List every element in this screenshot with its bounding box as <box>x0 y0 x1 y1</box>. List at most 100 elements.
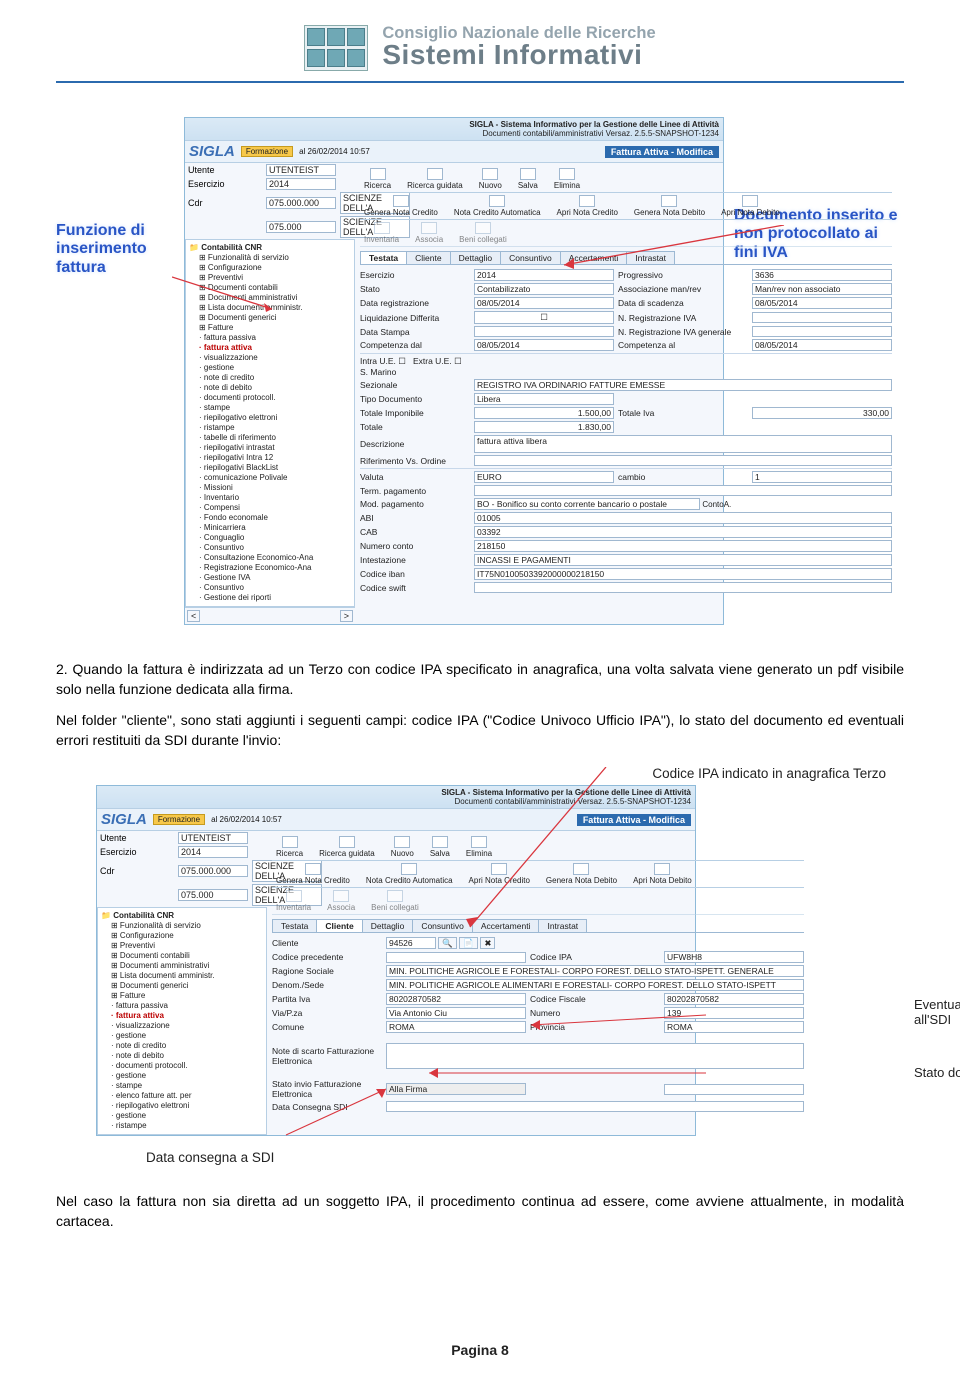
field-cdr-code[interactable]: 075.000.000 <box>266 197 336 209</box>
btn-assoc-2: Associa <box>327 890 355 912</box>
val-rif-ordine[interactable] <box>474 455 892 466</box>
env-badge-2: Formazione <box>153 814 205 825</box>
val-comune: ROMA <box>386 1021 526 1033</box>
btn-salva[interactable]: Salva <box>518 168 538 190</box>
lbl-rif-ordine: Riferimento Vs. Ordine <box>360 456 470 466</box>
lbl-comune: Comune <box>272 1022 382 1032</box>
field-utente-2[interactable]: UTENTEIST <box>178 832 248 844</box>
btn-ricerca[interactable]: Ricerca <box>364 168 391 190</box>
btn-ricerca-guidata[interactable]: Ricerca guidata <box>407 168 463 190</box>
field-cds-code[interactable]: 075.000 <box>266 221 336 233</box>
tab-consuntivo[interactable]: Consuntivo <box>500 251 561 264</box>
val-via: Via Antonio Ciu <box>386 1007 526 1019</box>
val-n-reg-iva <box>752 312 892 323</box>
tab-testata-2[interactable]: Testata <box>272 919 317 932</box>
btn-and-2[interactable]: Apri Nota Debito <box>633 863 692 885</box>
val-liq[interactable]: ☐ <box>474 311 614 324</box>
window-title: Fattura Attiva - Modifica <box>605 146 719 158</box>
btn-associa: Associa <box>415 222 443 244</box>
btn-apri-nota-debito[interactable]: Apri Nota Debito <box>721 195 780 217</box>
val-esercizio: 2014 <box>474 269 614 281</box>
lbl-assoc: Associazione man/rev <box>618 284 748 294</box>
btn-cliente-search-icon[interactable]: 🔍 <box>438 937 457 949</box>
tab-dettaglio-2[interactable]: Dettaglio <box>362 919 414 932</box>
header-title: Sistemi Informativi <box>382 39 655 71</box>
val-sezionale: REGISTRO IVA ORDINARIO FATTURE EMESSE <box>474 379 892 391</box>
val-comp-al[interactable]: 08/05/2014 <box>752 339 892 351</box>
app-window: SIGLA - Sistema Informativo per la Gesti… <box>184 117 724 625</box>
navigation-tree-2[interactable]: 📁 Contabilità CNR⊞ Funzionalità di servi… <box>97 907 267 1135</box>
btn-nuovo-2[interactable]: Nuovo <box>391 836 414 858</box>
val-tipo-doc[interactable]: Libera <box>474 393 614 405</box>
btn-apri-nota-credito[interactable]: Apri Nota Credito <box>557 195 618 217</box>
tab-testata[interactable]: Testata <box>360 251 407 264</box>
document-header: Consiglio Nazionale delle Ricerche Siste… <box>56 24 904 71</box>
app-titlebar-2: SIGLA - Sistema Informativo per la Gesti… <box>97 786 695 809</box>
tab-accertamenti-2[interactable]: Accertamenti <box>472 919 540 932</box>
app-logo: SIGLA <box>189 143 235 160</box>
btn-nuovo[interactable]: Nuovo <box>479 168 502 190</box>
btn-genera-nota-credito[interactable]: Genera Nota Credito <box>364 195 438 217</box>
tab-dettaglio[interactable]: Dettaglio <box>450 251 502 264</box>
lbl-tipo-doc: Tipo Documento <box>360 394 470 404</box>
btn-genera-nota-debito[interactable]: Genera Nota Debito <box>634 195 705 217</box>
btn-elimina[interactable]: Elimina <box>554 168 580 190</box>
btn-gnd-2[interactable]: Genera Nota Debito <box>546 863 617 885</box>
btn-nca-2[interactable]: Nota Credito Automatica <box>366 863 453 885</box>
val-data-reg[interactable]: 08/05/2014 <box>474 297 614 309</box>
btn-inventaria: Inventaria <box>364 222 399 244</box>
chk-extra-ue[interactable]: Extra U.E. <box>413 356 452 366</box>
btn-cliente-clear-icon[interactable]: ✖ <box>480 937 495 949</box>
lbl-stato: Stato <box>360 284 470 294</box>
lbl-piva: Partita Iva <box>272 994 382 1004</box>
field-esercizio[interactable]: 2014 <box>266 178 336 190</box>
chk-smarino[interactable]: S. Marino <box>360 367 396 377</box>
btn-anc-2[interactable]: Apri Nota Credito <box>469 863 530 885</box>
btn-nota-credito-auto[interactable]: Nota Credito Automatica <box>454 195 541 217</box>
val-note-scarto <box>386 1043 804 1069</box>
paragraph-2-folder: Nel folder "cliente", sono stati aggiunt… <box>56 710 904 751</box>
scroll-left[interactable]: < <box>187 610 200 622</box>
lbl-intest: Intestazione <box>360 555 470 565</box>
val-cliente[interactable]: 94526 <box>386 937 436 949</box>
btn-ricerca-2[interactable]: Ricerca <box>276 836 303 858</box>
val-data-scad[interactable]: 08/05/2014 <box>752 297 892 309</box>
scroll-right[interactable]: > <box>340 610 353 622</box>
lbl-contoa[interactable]: ContoA. <box>702 500 731 509</box>
val-iban: IT75N0100503392000000218150 <box>474 568 892 580</box>
navigation-tree[interactable]: 📁 Contabilità CNR⊞ Funzionalità di servi… <box>185 239 355 607</box>
tab-cliente-2[interactable]: Cliente <box>316 919 362 932</box>
val-descr[interactable]: fattura attiva libera <box>474 435 892 453</box>
annotation-codice-ipa: Codice IPA indicato in anagrafica Terzo <box>56 766 886 781</box>
field-utente[interactable]: UTENTEIST <box>266 164 336 176</box>
val-numconto: 218150 <box>474 540 892 552</box>
val-intest: INCASSI E PAGAMENTI <box>474 554 892 566</box>
btn-gnc-2[interactable]: Genera Nota Credito <box>276 863 350 885</box>
btn-cliente-open-icon[interactable]: 📄 <box>459 937 478 949</box>
chk-intra-ue[interactable]: Intra U.E. <box>360 356 396 366</box>
val-rag-soc: MIN. POLITICHE AGRICOLE E FORESTALI- COR… <box>386 965 804 977</box>
tab-accertamenti[interactable]: Accertamenti <box>560 251 628 264</box>
btn-elimina-2[interactable]: Elimina <box>466 836 492 858</box>
field-esercizio-2[interactable]: 2014 <box>178 846 248 858</box>
btn-ricerca-guidata-2[interactable]: Ricerca guidata <box>319 836 375 858</box>
val-piva: 80202870582 <box>386 993 526 1005</box>
btn-inv-2: Inventaria <box>276 890 311 912</box>
tab-intrastat-2[interactable]: Intrastat <box>538 919 587 932</box>
lbl-tot-iva: Totale Iva <box>618 408 748 418</box>
field-cdr-2[interactable]: 075.000.000 <box>178 865 248 877</box>
lbl-iban: Codice iban <box>360 569 470 579</box>
val-term-pag[interactable] <box>474 485 892 496</box>
val-comp-dal[interactable]: 08/05/2014 <box>474 339 614 351</box>
tab-cliente[interactable]: Cliente <box>406 251 450 264</box>
tab-intrastat[interactable]: Intrastat <box>626 251 675 264</box>
lbl-comp-al: Competenza al <box>618 340 748 350</box>
tab-consuntivo-2[interactable]: Consuntivo <box>412 919 473 932</box>
field-cds-2[interactable]: 075.000 <box>178 889 248 901</box>
lbl-comp-dal: Competenza dal <box>360 340 470 350</box>
field-esercizio-label: Esercizio <box>188 179 262 189</box>
val-cf: 80202870582 <box>664 993 804 1005</box>
btn-salva-2[interactable]: Salva <box>430 836 450 858</box>
lbl-prov: Provincia <box>530 1022 660 1032</box>
val-mod-pag[interactable]: BO - Bonifico su conto corrente bancario… <box>474 498 700 510</box>
